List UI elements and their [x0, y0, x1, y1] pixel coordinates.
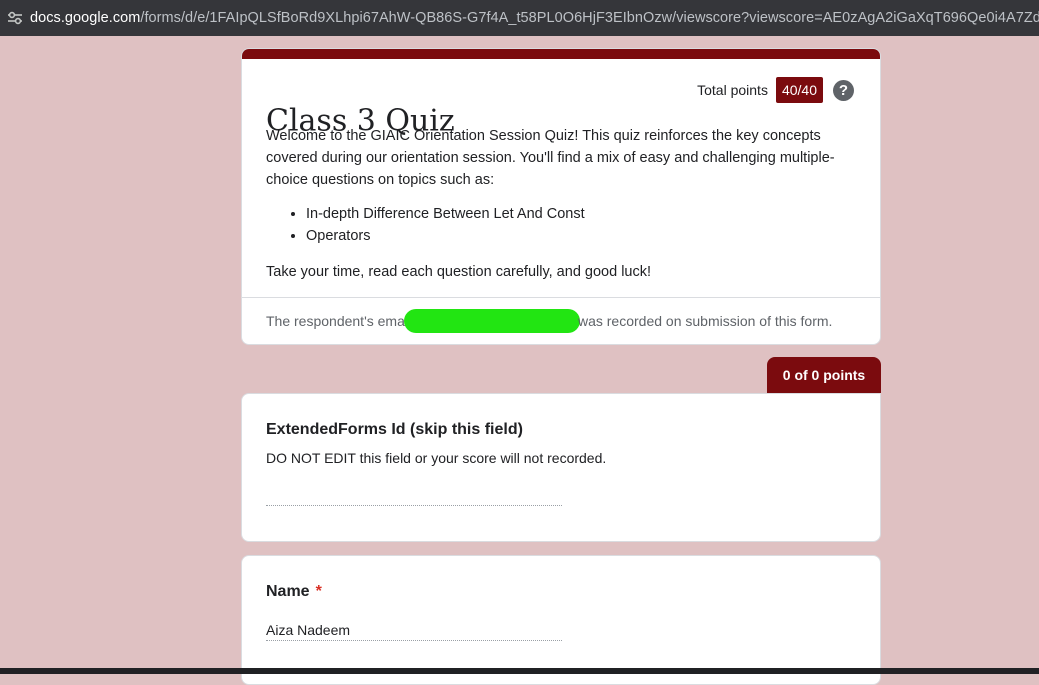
- required-marker: *: [315, 583, 322, 600]
- extendedforms-id-input[interactable]: [266, 482, 562, 506]
- help-icon[interactable]: ?: [833, 79, 854, 101]
- browser-address-bar: docs.google.com/forms/d/e/1FAIpQLSfBoRd9…: [0, 0, 1039, 36]
- theme-top-bar: [242, 49, 880, 59]
- topic-item: In-depth Difference Between Let And Cons…: [306, 203, 856, 225]
- topic-item: Operators: [306, 225, 856, 247]
- redaction-mark: [403, 309, 580, 333]
- url-path: /forms/d/e/1FAIpQLSfBoRd9XLhpi67AhW-QB86…: [140, 10, 1039, 26]
- total-points-label: Total points: [697, 82, 768, 98]
- taskbar-edge: [0, 668, 1039, 674]
- email-notice: The respondent's emai was recorded on su…: [266, 309, 832, 333]
- email-notice-prefix: The respondent's emai: [266, 313, 408, 329]
- total-points: Total points 40/40 ?: [697, 77, 854, 103]
- email-notice-suffix: was recorded on submission of this form.: [577, 313, 833, 329]
- question-title-text: Name: [266, 583, 310, 600]
- topic-list: In-depth Difference Between Let And Cons…: [306, 203, 856, 247]
- url-host: docs.google.com: [30, 10, 141, 26]
- section-points-badge: 0 of 0 points: [767, 357, 881, 393]
- header-divider: [242, 297, 880, 298]
- description-closing: Take your time, read each question caref…: [266, 264, 652, 280]
- total-points-badge: 40/40: [775, 77, 823, 103]
- name-input[interactable]: [266, 619, 562, 641]
- url-field[interactable]: docs.google.com/forms/d/e/1FAIpQLSfBoRd9…: [30, 10, 1039, 26]
- form-header-card: Class 3 Quiz Total points 40/40 ? Welcom…: [241, 48, 881, 345]
- question-title: ExtendedForms Id (skip this field): [266, 421, 523, 438]
- form-description: Welcome to the GIAIC Orientation Session…: [266, 125, 856, 283]
- question-help-text: DO NOT EDIT this field or your score wil…: [266, 450, 607, 466]
- question-title: Name *: [266, 583, 322, 601]
- question-card: ExtendedForms Id (skip this field) DO NO…: [241, 393, 881, 542]
- question-card: Name *: [241, 555, 881, 685]
- description-text: Welcome to the GIAIC Orientation Session…: [266, 128, 835, 188]
- tune-icon[interactable]: [0, 0, 30, 36]
